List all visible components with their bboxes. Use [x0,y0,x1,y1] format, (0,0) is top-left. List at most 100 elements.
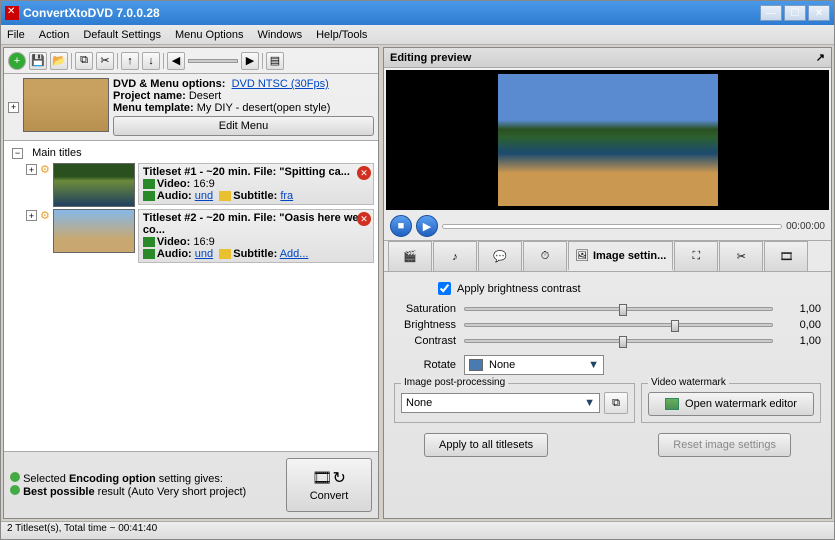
saturation-label: Saturation [394,303,456,315]
statusbar: 2 Titleset(s), Total time ~ 00:41:40 [1,521,834,539]
dvd-options-label: DVD & Menu options: [113,78,225,90]
tab-audio[interactable]: ♪ [433,241,477,271]
fullscreen-icon[interactable]: ↗ [816,51,825,64]
image-settings-content: Apply brightness contrast Saturation 1,0… [384,272,831,518]
post-processing-group: Image post-processing None▼ ⧉ [394,383,635,423]
edit-menu-button[interactable]: Edit Menu [113,116,374,136]
maximize-button[interactable]: ☐ [784,5,806,21]
subtitle-icon [219,249,231,259]
expand-title-2[interactable]: + [26,210,37,221]
apply-brightness-checkbox[interactable] [438,282,451,295]
menu-file[interactable]: File [7,29,25,41]
title-2-thumbnail[interactable] [53,209,135,253]
batch-icon[interactable]: ▤ [266,52,284,70]
close-button[interactable]: ✕ [808,5,830,21]
settings-tabs: 🎬 ♪ 💬 ⏱ 🖼 Image settin... ⛶ ✂ 🎞 [384,241,831,272]
saturation-slider[interactable] [464,307,773,311]
dvd-format-link[interactable]: DVD NTSC (30Fps) [232,78,329,90]
brightness-label: Brightness [394,319,456,331]
tab-subtitles[interactable]: 💬 [478,241,522,271]
preview-header: Editing preview [390,52,471,64]
chapter-slider[interactable] [188,59,238,63]
watermark-icon [665,398,679,410]
title-2-header: Titleset #2 - ~20 min. File: "Oasis here… [143,212,359,236]
preview-area [386,70,829,210]
project-name-value: Desert [189,90,221,102]
menubar: File Action Default Settings Menu Option… [1,25,834,45]
title-2-audio-link[interactable]: und [195,248,213,260]
subtitle-icon [219,191,231,201]
project-name-label: Project name: [113,90,186,102]
menu-help-tools[interactable]: Help/Tools [316,29,367,41]
audio-icon [143,191,155,201]
project-panel: + 💾 📂 ⧉ ✂ ↑ ↓ ◀ ▶ ▤ + DVD & Me [3,47,379,519]
menu-template-value: My DIY - desert(open style) [197,102,331,114]
tab-crop[interactable]: ⛶ [674,241,718,271]
video-icon [143,179,155,189]
menu-action[interactable]: Action [39,29,70,41]
merge-icon[interactable]: ⧉ [75,52,93,70]
title-1-thumbnail[interactable] [53,163,135,207]
window-title: ConvertXtoDVD 7.0.0.28 [23,6,760,20]
convert-button[interactable]: 🎞↻ Convert [286,458,372,512]
open-icon[interactable]: 📂 [50,52,68,70]
title-1-header: Titleset #1 - ~20 min. File: "Spitting c… [143,166,350,178]
minimize-button[interactable]: — [760,5,782,21]
video-icon [143,237,155,247]
play-button[interactable]: ▶ [416,215,438,237]
move-down-icon[interactable]: ↓ [142,52,160,70]
add-button[interactable]: + [8,52,26,70]
chapter-prev-icon[interactable]: ◀ [167,52,185,70]
left-toolbar: + 💾 📂 ⧉ ✂ ↑ ↓ ◀ ▶ ▤ [4,48,378,74]
contrast-value: 1,00 [781,335,821,347]
title-2-meta: ✕ Titleset #2 - ~20 min. File: "Oasis he… [138,209,374,263]
collapse-main-titles[interactable]: − [12,148,23,159]
tab-video[interactable]: 🎬 [388,241,432,271]
title-1-subtitle-link[interactable]: fra [280,190,293,202]
menu-menu-options[interactable]: Menu Options [175,29,243,41]
contrast-slider[interactable] [464,339,773,343]
apply-all-button[interactable]: Apply to all titlesets [424,433,548,457]
watermark-label: Video watermark [648,377,729,388]
stop-button[interactable]: ■ [390,215,412,237]
rotate-label: Rotate [394,359,456,371]
save-icon[interactable]: 💾 [29,52,47,70]
title-2-subtitle-link[interactable]: Add... [280,248,309,260]
cut-icon[interactable]: ✂ [96,52,114,70]
title-2-remove[interactable]: ✕ [357,212,371,226]
expand-dvd[interactable]: + [8,102,19,113]
tab-image-settings[interactable]: 🖼 Image settin... [568,241,673,271]
menu-template-label: Menu template: [113,102,194,114]
rotate-icon [469,359,483,371]
tab-chapters[interactable]: ⏱ [523,241,567,271]
title-1-meta: ✕ Titleset #1 - ~20 min. File: "Spitting… [138,163,374,205]
chapter-next-icon[interactable]: ▶ [241,52,259,70]
expand-title-1[interactable]: + [26,164,37,175]
audio-icon [143,249,155,259]
watermark-button[interactable]: Open watermark editor [648,392,814,416]
menu-default-settings[interactable]: Default Settings [83,29,161,41]
menu-thumbnail[interactable] [23,78,109,132]
menu-windows[interactable]: Windows [257,29,302,41]
reset-button[interactable]: Reset image settings [658,433,791,457]
time-display: 00:00:00 [786,221,825,232]
move-up-icon[interactable]: ↑ [121,52,139,70]
tab-cut[interactable]: ✂ [719,241,763,271]
title-1-audio-link[interactable]: und [195,190,213,202]
rotate-dropdown[interactable]: None▼ [464,355,604,375]
brightness-slider[interactable] [464,323,773,327]
convert-icon: 🎞↻ [312,468,346,488]
post-processing-label: Image post-processing [401,377,508,388]
watermark-group: Video watermark Open watermark editor [641,383,821,423]
titles-tree: − Main titles +⚙ ✕ Titleset #1 - ~20 min… [4,140,378,451]
title-1-remove[interactable]: ✕ [357,166,371,180]
encoding-info: Selected Encoding option setting gives: … [10,472,278,498]
apply-brightness-label: Apply brightness contrast [457,283,581,295]
main-titles-label: Main titles [32,147,82,159]
preview-image [498,74,718,206]
contrast-label: Contrast [394,335,456,347]
seek-slider[interactable] [442,224,782,229]
post-processing-settings-button[interactable]: ⧉ [604,392,628,414]
tab-output[interactable]: 🎞 [764,241,808,271]
post-processing-dropdown[interactable]: None▼ [401,393,600,413]
